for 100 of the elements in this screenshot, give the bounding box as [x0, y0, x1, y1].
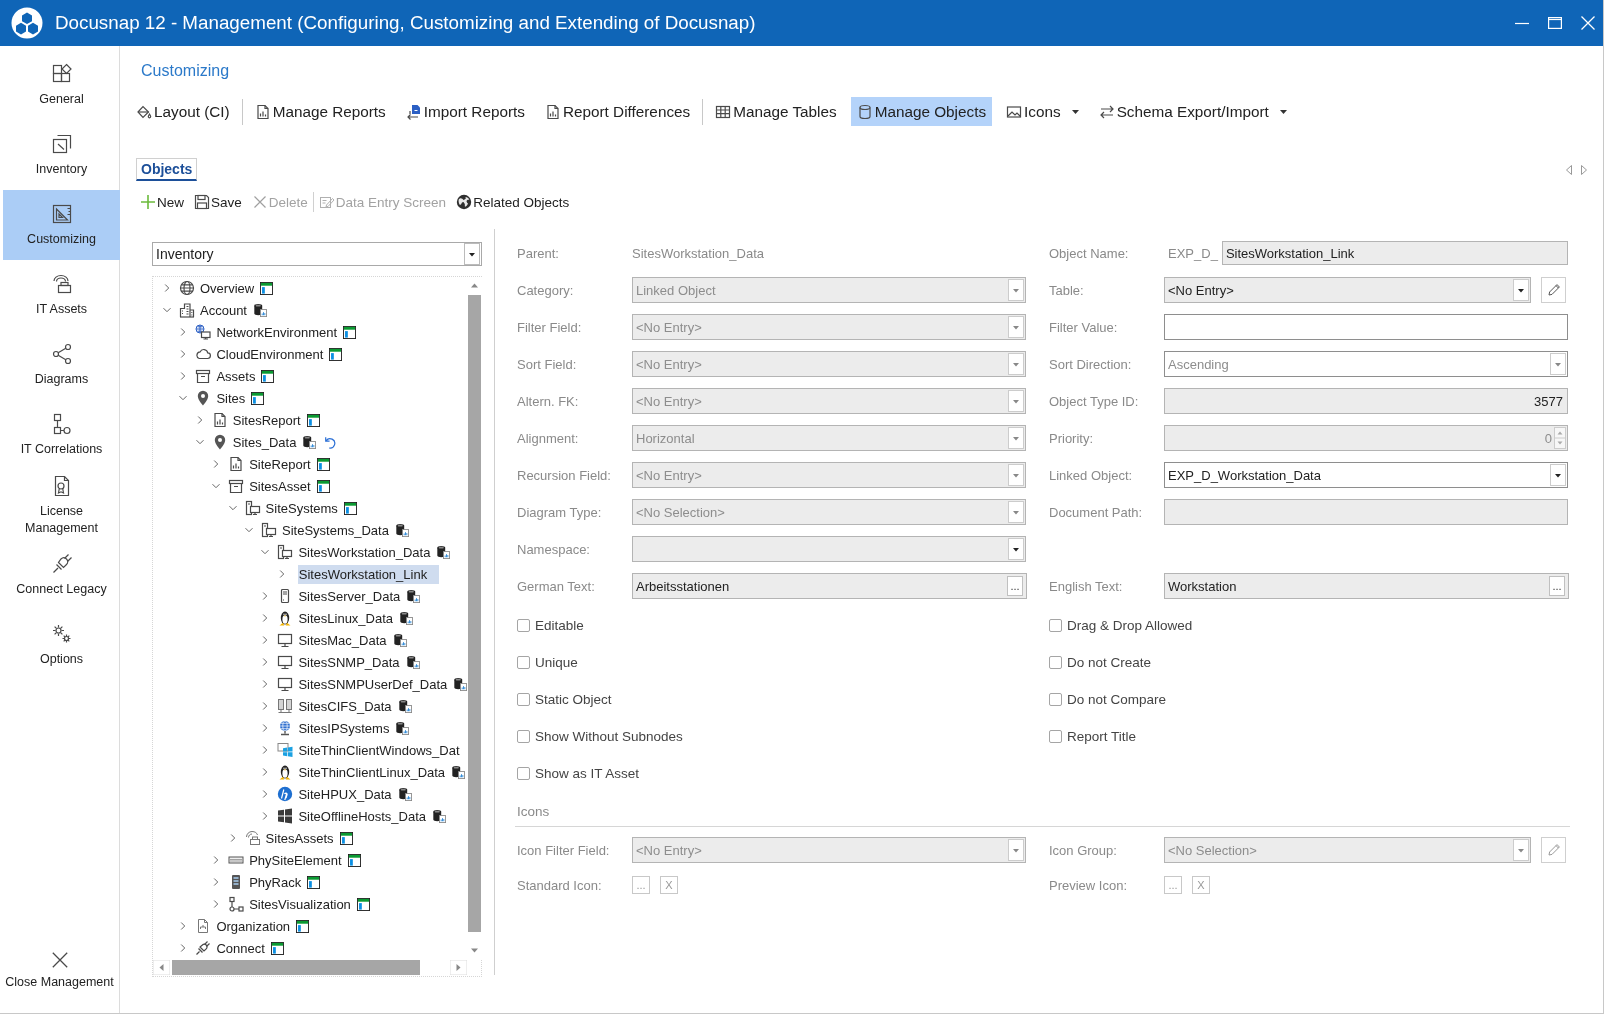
checkbox[interactable] [517, 692, 530, 706]
tree-item[interactable]: NetworkEnvironment [215, 322, 339, 342]
scrollbar-thumb[interactable] [468, 295, 481, 932]
chevron-down-icon[interactable] [260, 547, 271, 557]
dropdown-field[interactable]: <No Entry> [1164, 277, 1531, 303]
chevron-down-icon[interactable] [162, 305, 172, 315]
tree-item[interactable]: SitesServer_Data [297, 586, 402, 606]
tree-item[interactable]: Sites_Data [231, 432, 298, 452]
scrollbar-thumb[interactable] [172, 960, 420, 975]
tree-item[interactable]: Connect [215, 938, 266, 958]
tab[interactable]: Objects [136, 158, 198, 181]
command-button[interactable]: Save [191, 191, 245, 213]
tree-item[interactable]: SitesCIFS_Data [297, 696, 393, 716]
scroll-right-icon[interactable] [1581, 164, 1587, 175]
tree-item[interactable]: SitesVisualization [248, 894, 352, 914]
ellipsis-button[interactable]: ... [1549, 576, 1565, 596]
tree-item[interactable]: Overview [199, 278, 256, 298]
ellipsis-button[interactable]: ... [1007, 576, 1023, 596]
toolbar-button[interactable]: Report Differences [538, 97, 697, 126]
sidebar-item[interactable]: Options [3, 610, 120, 680]
chevron-down-icon[interactable] [227, 503, 238, 513]
chevron-down-icon[interactable] [244, 525, 254, 535]
tree-item[interactable]: SitesAsset [248, 476, 312, 496]
checkbox[interactable] [517, 729, 530, 743]
text-field[interactable]: 3577 [1164, 388, 1568, 414]
checkbox[interactable] [517, 618, 530, 632]
checkbox[interactable] [1049, 655, 1062, 669]
plus-icon [140, 194, 156, 210]
checkbox[interactable] [1049, 729, 1062, 743]
chevron-down-icon[interactable] [211, 481, 222, 491]
dropdown-field[interactable]: Inventory [152, 242, 482, 266]
text-field[interactable] [1164, 499, 1568, 525]
tree-item[interactable]: PhyRack [248, 872, 303, 892]
dropdown-field[interactable] [632, 536, 1026, 562]
tree-item[interactable]: SiteThinClientWindows_Dat [297, 740, 461, 760]
text-field[interactable]: SitesWorkstation_Link [1221, 241, 1568, 265]
command-button[interactable]: New [137, 191, 187, 213]
toolbar-button[interactable]: Manage Objects [850, 97, 993, 126]
tree-item[interactable]: Sites [215, 388, 247, 408]
undo-icon[interactable] [324, 435, 337, 449]
sidebar-item[interactable]: IT Assets [3, 260, 120, 330]
tree-item[interactable]: SitesIPSystems [297, 718, 391, 738]
tree-item[interactable]: CloudEnvironment [215, 344, 325, 364]
tree-item[interactable]: SitesWorkstation_Data [297, 542, 432, 562]
arrow-right-icon[interactable] [450, 960, 467, 975]
tree-item[interactable]: SiteSystems_Data [281, 520, 390, 540]
dropdown-icon[interactable] [1513, 279, 1529, 301]
checkbox[interactable] [1049, 692, 1062, 706]
scroll-left-icon[interactable] [1566, 164, 1572, 175]
layout-icon [270, 941, 284, 955]
chevron-down-icon[interactable] [194, 437, 205, 447]
tree-item[interactable]: Account [199, 300, 248, 320]
close-icon[interactable] [1581, 16, 1595, 30]
tree-item[interactable]: SitesReport [231, 410, 302, 430]
report-icon [544, 103, 561, 120]
window-title: Docusnap 12 - Management (Configuring, Customizing and Extending of Docusnap) [55, 12, 756, 34]
close-management-button[interactable]: Close Management [0, 941, 119, 1001]
toolbar-button[interactable]: Import Reports [399, 97, 531, 126]
sidebar-item[interactable]: Diagrams [3, 330, 120, 400]
edit-button[interactable] [1541, 277, 1566, 303]
sidebar-item[interactable]: Customizing [3, 190, 120, 260]
sidebar-item[interactable]: Inventory [3, 120, 120, 190]
checkbox[interactable] [517, 655, 530, 669]
maximize-icon[interactable] [1548, 16, 1562, 30]
sidebar-item[interactable]: IT Correlations [3, 400, 120, 470]
computer-icon [277, 544, 294, 560]
toolbar-button[interactable]: Icons [1000, 97, 1085, 126]
tree-item[interactable]: Organization [215, 916, 292, 936]
chevron-right-icon[interactable] [162, 283, 172, 293]
dropdown-field[interactable]: EXP_D_Workstation_Data [1164, 462, 1568, 488]
tree-item[interactable]: SiteSystems [264, 498, 339, 518]
command-button[interactable]: Related Objects [453, 191, 573, 213]
sidebar-item[interactable]: General [3, 50, 120, 120]
tree-item[interactable]: PhySiteElement [248, 850, 343, 870]
tree-item[interactable]: Assets [215, 366, 257, 386]
pencil-icon [1545, 282, 1562, 298]
arrow-left-icon[interactable] [153, 960, 170, 975]
tree-item[interactable]: SiteThinClientLinux_Data [297, 762, 447, 782]
toolbar-button[interactable]: Schema Export/Import [1092, 97, 1293, 126]
chevron-down-icon[interactable] [178, 393, 189, 403]
dropdown-icon[interactable] [1550, 464, 1566, 486]
tree-item[interactable]: SitesLinux_Data [297, 608, 395, 628]
sidebar-item[interactable]: Connect Legacy [3, 540, 120, 610]
checkbox[interactable] [1049, 618, 1062, 632]
tree-item[interactable]: SitesSNMP_Data [297, 652, 401, 672]
toolbar-button[interactable]: Manage Reports [248, 97, 392, 126]
dropdown-icon[interactable] [464, 243, 480, 265]
edit-button[interactable] [1541, 837, 1566, 863]
tree-item[interactable]: SitesSNMPUserDef_Data [297, 674, 449, 694]
text-field[interactable] [1164, 314, 1568, 340]
tree-item[interactable]: SiteOfflineHosts_Data [297, 806, 428, 826]
tree-item[interactable]: SitesAssets [264, 828, 335, 848]
dropdown-icon[interactable] [1008, 538, 1024, 560]
checkbox[interactable] [517, 766, 530, 780]
tree-item[interactable]: SiteHPUX_Data [297, 784, 393, 804]
toolbar-button[interactable]: Manage Tables [709, 97, 843, 126]
toolbar-button[interactable]: Layout (CI) [130, 97, 236, 126]
sidebar-item[interactable]: License Management [3, 470, 120, 540]
tree-item[interactable]: SiteReport [248, 454, 312, 474]
tree-item[interactable]: SitesMac_Data [297, 630, 388, 650]
